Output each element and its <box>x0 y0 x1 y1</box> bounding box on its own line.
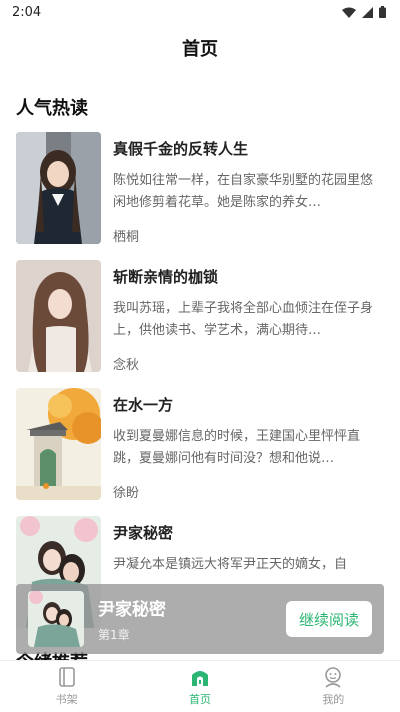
book-info: 在水一方 收到夏曼娜信息的时候，王建国心里怦怦直跳，夏曼娜问他有时间没？想和他说… <box>113 388 384 516</box>
profile-icon <box>325 667 342 688</box>
book-description: 我叫苏瑶，上辈子我将全部心血倾注在侄子身上，供他读书、学艺术，满心期待… <box>113 301 374 338</box>
tab-bookshelf[interactable]: 书架 <box>0 661 133 712</box>
bottom-tab-bar: 书架 首页 我的 <box>0 660 400 712</box>
section-title: 人气热读 <box>16 98 88 119</box>
book-author: 栖桐 <box>113 230 140 245</box>
book-author: 念秋 <box>113 358 140 373</box>
tab-label: 书架 <box>55 693 78 706</box>
book-title: 尹家秘密 <box>113 524 174 542</box>
book-cover <box>16 260 101 372</box>
book-info: 真假千金的反转人生 陈悦如往常一样，在自家豪华别墅的花园里悠闲地修剪着花草。她是… <box>113 132 384 260</box>
book-list: 真假千金的反转人生 陈悦如往常一样，在自家豪华别墅的花园里悠闲地修剪着花草。她是… <box>0 132 400 644</box>
book-item[interactable]: 真假千金的反转人生 陈悦如往常一样，在自家豪华别墅的花园里悠闲地修剪着花草。她是… <box>0 132 400 260</box>
book-author: 徐盼 <box>113 486 140 501</box>
book-item[interactable]: 在水一方 收到夏曼娜信息的时候，王建国心里怦怦直跳，夏曼娜问他有时间没？想和他说… <box>0 388 400 516</box>
continue-reading-button[interactable]: 继续阅读 <box>286 601 372 637</box>
status-bar: 2:04 <box>0 0 400 24</box>
book-description: 收到夏曼娜信息的时候，王建国心里怦怦直跳，夏曼娜问他有时间没？想和他说… <box>113 429 361 466</box>
current-chapter: 第1章 <box>98 628 130 642</box>
wifi-icon <box>342 7 356 18</box>
current-book-info: 尹家秘密 第1章 <box>98 595 286 643</box>
book-cover <box>16 132 101 244</box>
app-header: 首页 <box>0 24 400 72</box>
page-title: 首页 <box>182 39 218 60</box>
bookshelf-icon <box>58 667 75 687</box>
book-info: 斩断亲情的枷锁 我叫苏瑶，上辈子我将全部心血倾注在侄子身上，供他读书、学艺术，满… <box>113 260 384 388</box>
tab-profile[interactable]: 我的 <box>267 661 400 712</box>
current-book-cover <box>28 591 84 647</box>
home-icon <box>191 671 208 686</box>
signal-icon <box>362 6 373 18</box>
current-book-title: 尹家秘密 <box>98 600 166 620</box>
tab-label: 我的 <box>322 693 345 706</box>
book-item[interactable]: 斩断亲情的枷锁 我叫苏瑶，上辈子我将全部心血倾注在侄子身上，供他读书、学艺术，满… <box>0 260 400 388</box>
status-time: 2:04 <box>12 4 42 20</box>
continue-reading-bar[interactable]: 尹家秘密 第1章 继续阅读 <box>16 584 384 654</box>
status-icons <box>342 6 386 18</box>
tab-label: 首页 <box>188 693 211 706</box>
book-description: 陈悦如往常一样，在自家豪华别墅的花园里悠闲地修剪着花草。她是陈家的养女… <box>113 173 374 210</box>
main-content[interactable]: 人气热读 真假千金的反转人生 陈悦如往常一样，在自家豪华别墅的花园里悠闲地修剪着… <box>0 72 400 660</box>
book-title: 在水一方 <box>113 396 174 414</box>
book-cover <box>16 388 101 500</box>
battery-icon <box>379 6 386 18</box>
tab-home[interactable]: 首页 <box>133 661 266 712</box>
book-title: 真假千金的反转人生 <box>113 140 249 158</box>
book-title: 斩断亲情的枷锁 <box>113 268 219 286</box>
